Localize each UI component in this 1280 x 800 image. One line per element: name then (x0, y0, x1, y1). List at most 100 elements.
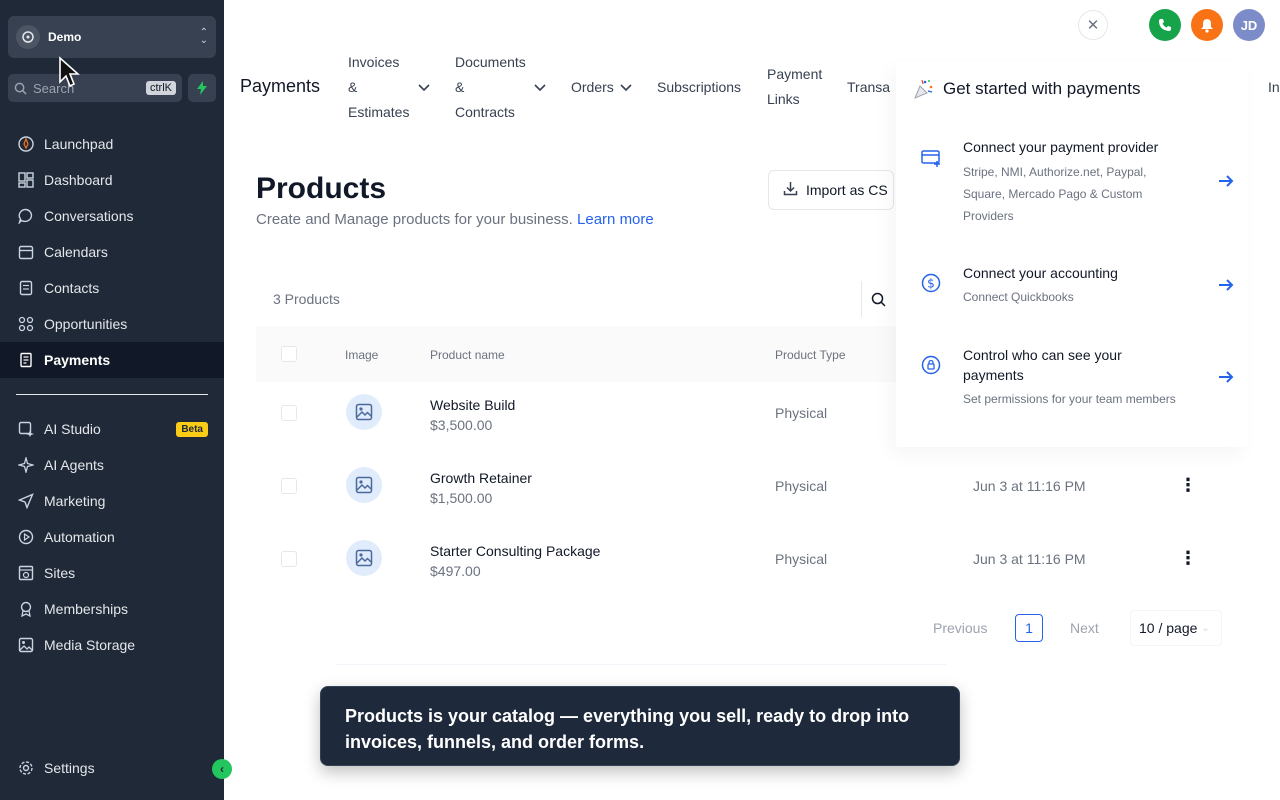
product-price: $497.00 (430, 563, 481, 579)
learn-more-link[interactable]: Learn more (577, 211, 654, 228)
chat-icon (16, 206, 36, 226)
page-size-select[interactable]: 10 / page ⌄ (1130, 610, 1222, 646)
page-title: Products (256, 172, 387, 205)
gs-item-desc: Connect Quickbooks (963, 290, 1074, 304)
product-name[interactable]: Website Build (430, 397, 515, 413)
close-panel-button[interactable]: ✕ (1078, 10, 1108, 40)
tab-label: Contracts (455, 104, 515, 120)
column-product-name[interactable]: Product name (430, 348, 505, 362)
sidebar-item-marketing[interactable]: Marketing (0, 484, 224, 518)
phone-button[interactable] (1149, 9, 1181, 41)
avatar-initials: JD (1240, 17, 1258, 33)
dollar-circle-icon: $ (920, 272, 942, 294)
notifications-button[interactable] (1191, 9, 1223, 41)
sidebar-item-label: Media Storage (44, 637, 136, 653)
sidebar-item-contacts[interactable]: Contacts (0, 271, 224, 305)
pagination-next[interactable]: Next (1070, 620, 1099, 636)
more-options-icon[interactable]: ⋮ (1178, 546, 1198, 570)
table-row[interactable]: Growth Retainer $1,500.00 Physical Jun 3… (256, 449, 1246, 522)
image-placeholder-icon (346, 467, 382, 503)
media-icon (16, 635, 36, 655)
select-all-checkbox[interactable] (281, 346, 297, 362)
quick-actions-button[interactable] (188, 74, 216, 102)
memberships-icon (16, 599, 36, 619)
table-search-button[interactable] (861, 281, 894, 317)
sidebar-item-opportunities[interactable]: Opportunities (0, 307, 224, 341)
row-checkbox[interactable] (281, 551, 297, 567)
section-title: Payments (240, 76, 321, 96)
sidebar-item-launchpad[interactable]: Launchpad (0, 127, 224, 161)
sidebar-item-media-storage[interactable]: Media Storage (0, 628, 224, 662)
column-image: Image (345, 348, 379, 362)
product-name[interactable]: Starter Consulting Package (430, 543, 600, 559)
column-product-type[interactable]: Product Type (775, 348, 846, 362)
arrow-right-icon[interactable] (1216, 171, 1238, 193)
sidebar-item-sites[interactable]: Sites (0, 556, 224, 590)
sites-icon (16, 563, 36, 583)
sidebar-item-label: Calendars (44, 244, 108, 260)
sidebar-item-settings[interactable]: Settings (0, 751, 224, 785)
product-type: Physical (775, 405, 828, 421)
sidebar-item-label: Marketing (44, 493, 106, 509)
mouse-cursor-icon (59, 56, 80, 88)
close-icon: ✕ (1086, 17, 1100, 34)
search-input[interactable]: Search (33, 81, 146, 96)
party-popper-icon (912, 78, 936, 105)
sidebar-item-label: Settings (44, 760, 95, 776)
collapse-sidebar-button[interactable]: ‹ (212, 759, 232, 779)
import-label: Import as CS (806, 182, 888, 198)
sidebar-item-ai-studio[interactable]: AI Studio Beta (0, 412, 224, 446)
sidebar-item-payments[interactable]: Payments (0, 342, 224, 378)
gs-item-desc: Set permissions for your team members (963, 392, 1176, 406)
sidebar-item-memberships[interactable]: Memberships (0, 592, 224, 626)
product-price: $3,500.00 (430, 417, 493, 433)
chevron-updown-icon: ⌃ ⌄ (199, 27, 208, 46)
table-row[interactable]: Starter Consulting Package $497.00 Physi… (256, 522, 1246, 595)
sidebar-item-conversations[interactable]: Conversations (0, 199, 224, 233)
download-icon (783, 181, 798, 199)
chevron-down-icon: ⌄ (1201, 622, 1210, 634)
sidebar-item-ai-agents[interactable]: AI Agents (0, 448, 224, 482)
product-count: 3 Products (273, 291, 340, 307)
sidebar-item-label: Memberships (44, 601, 129, 617)
sparkle-icon (16, 455, 36, 475)
tab-transactions[interactable]: Transa (847, 75, 890, 100)
user-avatar[interactable]: JD (1233, 9, 1265, 41)
credit-card-icon (920, 147, 942, 169)
clipped-tab[interactable]: In (1268, 79, 1280, 95)
pagination-current-page[interactable]: 1 (1015, 614, 1043, 642)
page-size-value: 10 / page (1139, 620, 1198, 636)
arrow-right-icon[interactable] (1216, 275, 1238, 297)
chevron-down-icon (418, 80, 430, 95)
sidebar-item-label: Dashboard (44, 172, 113, 188)
tab-label: Orders (571, 79, 614, 95)
calendar-icon (16, 242, 36, 262)
tab-label: Payment (767, 66, 823, 82)
account-switcher[interactable]: Demo ⌃ ⌄ (8, 16, 216, 58)
sidebar-item-automation[interactable]: Automation (0, 520, 224, 554)
payments-top-nav: Payments Invoices & Estimates Documents … (224, 48, 894, 128)
gear-icon (16, 758, 36, 778)
sidebar-item-dashboard[interactable]: Dashboard (0, 163, 224, 197)
row-checkbox[interactable] (281, 405, 297, 421)
sidebar-item-calendars[interactable]: Calendars (0, 235, 224, 269)
tab-subscriptions[interactable]: Subscriptions (657, 75, 741, 100)
opportunities-icon (16, 314, 36, 334)
product-name[interactable]: Growth Retainer (430, 470, 532, 486)
lightning-icon (197, 81, 207, 95)
get-started-title: Get started with payments (943, 79, 1141, 98)
chevron-left-icon: ‹ (220, 762, 224, 776)
subtitle-text: Create and Manage products for your busi… (256, 211, 573, 228)
pagination-previous[interactable]: Previous (933, 620, 987, 636)
import-csv-button[interactable]: Import as CS (768, 170, 894, 210)
gs-item-title: Control who can see your payments (963, 347, 1122, 383)
arrow-right-icon[interactable] (1216, 367, 1238, 389)
payments-icon (16, 350, 36, 370)
sidebar-item-label: Opportunities (44, 316, 128, 332)
more-options-icon[interactable]: ⋮ (1178, 473, 1198, 497)
sidebar-item-label: Contacts (44, 280, 100, 296)
sidebar-search[interactable]: Search ctrlK (8, 74, 182, 102)
image-placeholder-icon (346, 394, 382, 430)
row-checkbox[interactable] (281, 478, 297, 494)
image-placeholder-icon (346, 540, 382, 576)
